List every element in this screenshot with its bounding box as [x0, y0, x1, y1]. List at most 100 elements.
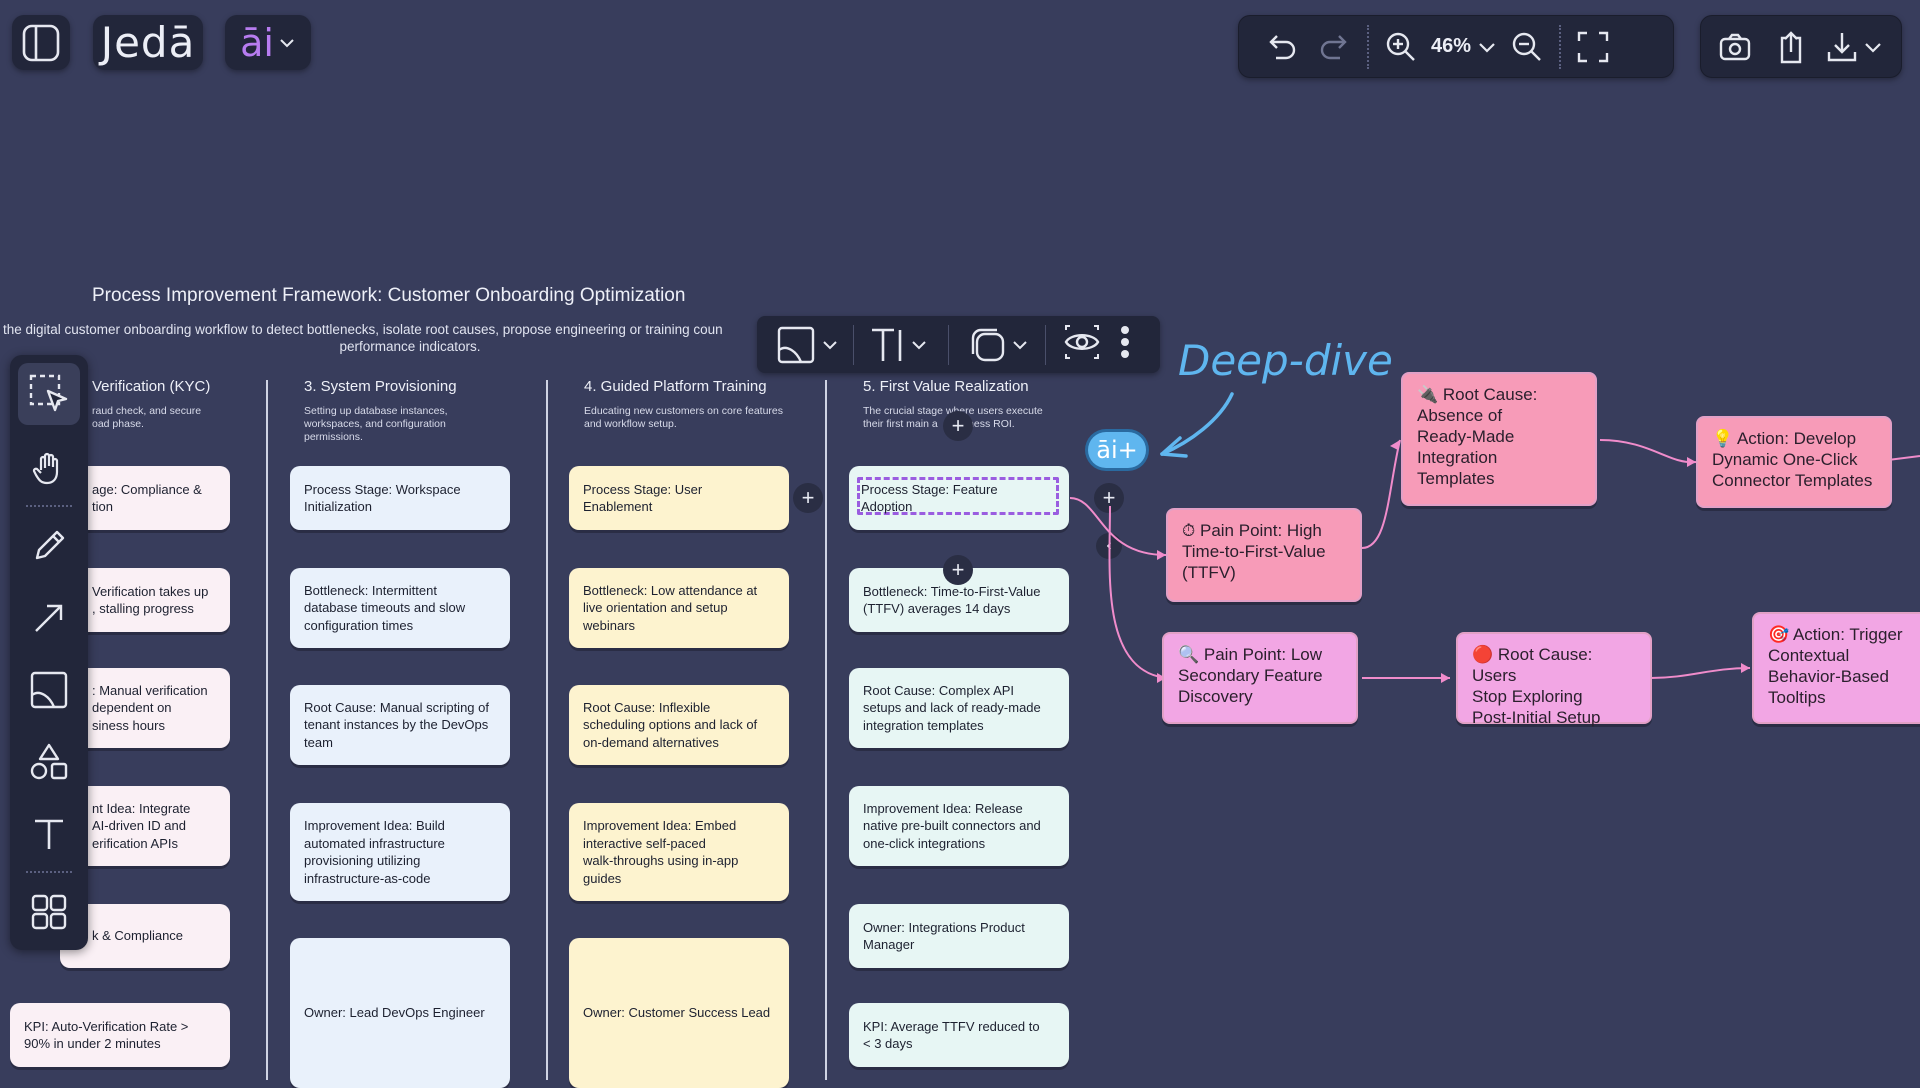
preview-button[interactable]: [1062, 322, 1102, 367]
plus-icon: +: [951, 413, 965, 438]
fill-dropdown[interactable]: [777, 326, 839, 364]
root-cause-node[interactable]: 🔌 Root Cause: Absence of Ready-Made Inte…: [1401, 372, 1597, 506]
context-toolbar: [757, 316, 1160, 373]
templates-icon: [31, 894, 67, 930]
zoom-in-button[interactable]: [1379, 25, 1423, 69]
chevron-down-icon: [823, 340, 837, 349]
shapes-icon: [30, 743, 68, 780]
image-icon: [30, 671, 68, 709]
zoom-out-icon: [1512, 32, 1541, 61]
eye-icon: [1064, 325, 1100, 359]
hand-tool[interactable]: [18, 437, 80, 499]
screenshot-button[interactable]: [1713, 25, 1757, 69]
root-cause-node[interactable]: 🔴 Root Cause: Users Stop Exploring Post-…: [1456, 632, 1652, 727]
undo-button[interactable]: [1259, 25, 1303, 69]
process-card-selected[interactable]: Process Stage: Feature Adoption: [849, 466, 1069, 530]
process-card[interactable]: Improvement Idea: Release native pre-bui…: [849, 786, 1069, 866]
process-card[interactable]: Process Stage: User Enablement: [569, 466, 789, 530]
text-icon: [872, 328, 902, 361]
column-divider: [825, 380, 827, 1080]
action-node[interactable]: 💡 Action: Develop Dynamic One-Click Conn…: [1696, 416, 1892, 508]
plus-icon: +: [801, 485, 815, 510]
deep-dive-label[interactable]: Deep-dive: [1178, 336, 1393, 385]
ai-menu-button[interactable]: āi: [225, 15, 311, 70]
column-description: Educating new customers on core features…: [584, 405, 784, 430]
pain-point-node[interactable]: ⏱ Pain Point: High Time-to-First-Value (…: [1166, 508, 1362, 602]
shape-dropdown[interactable]: [969, 326, 1029, 364]
chevron-down-icon: [1865, 42, 1881, 53]
column-title[interactable]: 5. First Value Realization: [863, 378, 1029, 395]
redo-icon: [1320, 34, 1347, 59]
board-subtitle[interactable]: the digital customer onboarding workflow…: [0, 321, 770, 355]
process-card[interactable]: Improvement Idea: Embed interactive self…: [569, 803, 789, 901]
image-icon: [777, 326, 815, 363]
process-card[interactable]: Root Cause: Complex API setups and lack …: [849, 668, 1069, 748]
text-tool[interactable]: [18, 803, 80, 865]
redo-button[interactable]: [1313, 25, 1357, 69]
zoom-level-dropdown[interactable]: 46%: [1431, 35, 1497, 58]
undo-icon: [1269, 34, 1296, 59]
left-toolbar: [10, 355, 88, 950]
process-card[interactable]: Root Cause: Manual scripting of tenant i…: [290, 685, 510, 765]
text-style-dropdown[interactable]: [868, 325, 928, 365]
process-card[interactable]: KPI: Average TTFV reduced to < 3 days: [849, 1003, 1069, 1067]
process-card-text: Process Stage: Feature Adoption: [861, 481, 998, 515]
more-icon: [1121, 326, 1129, 358]
chevron-down-icon: [1013, 340, 1027, 349]
process-card[interactable]: Root Cause: Inflexible scheduling option…: [569, 685, 789, 765]
zoom-in-icon: [1386, 32, 1415, 61]
column-title[interactable]: Verification (KYC): [92, 378, 210, 395]
fullscreen-icon: [1577, 31, 1609, 62]
text-icon: [35, 819, 63, 849]
pencil-icon: [35, 530, 65, 560]
image-tool[interactable]: [18, 659, 80, 721]
hand-icon: [32, 452, 59, 485]
sidebar-toggle-button[interactable]: [12, 15, 70, 70]
process-card[interactable]: Improvement Idea: Build automated infras…: [290, 803, 510, 901]
board-subtitle-line: the digital customer onboarding workflow…: [3, 322, 723, 337]
process-card[interactable]: Owner: Customer Success Lead: [569, 938, 789, 1088]
column-title[interactable]: 4. Guided Platform Training: [584, 378, 767, 395]
pencil-tool[interactable]: [18, 515, 80, 577]
fullscreen-button[interactable]: [1571, 25, 1615, 69]
chevron-down-icon: [1479, 42, 1495, 53]
logo[interactable]: Jedā: [93, 15, 203, 70]
share-icon: [1780, 30, 1802, 63]
toolbar-divider: [1367, 24, 1369, 69]
process-card[interactable]: Process Stage: Workspace Initialization: [290, 466, 510, 530]
add-card-button[interactable]: +: [943, 555, 973, 585]
pain-point-node[interactable]: 🔍 Pain Point: Low Secondary Feature Disc…: [1162, 632, 1358, 724]
board-title[interactable]: Process Improvement Framework: Customer …: [92, 285, 685, 307]
column-divider: [546, 380, 548, 1080]
column-title[interactable]: 3. System Provisioning: [304, 378, 457, 395]
chevron-down-icon: [912, 340, 926, 349]
chevron-down-icon: [280, 38, 294, 47]
process-card[interactable]: Bottleneck: Intermittent database timeou…: [290, 568, 510, 648]
export-toolbar: [1700, 15, 1902, 78]
column-description: Setting up database instances, workspace…: [304, 405, 448, 443]
more-options-button[interactable]: [1120, 322, 1130, 367]
toolbar-divider: [1559, 24, 1562, 69]
process-card[interactable]: Owner: Integrations Product Manager: [849, 904, 1069, 968]
toolbar-separator: [26, 505, 72, 507]
shapes-tool[interactable]: [18, 731, 80, 793]
download-button[interactable]: [1825, 30, 1883, 64]
zoom-out-button[interactable]: [1505, 25, 1549, 69]
process-card[interactable]: KPI: Auto-Verification Rate > 90% in und…: [10, 1003, 230, 1067]
action-node[interactable]: 🎯 Action: Trigger Contextual Behavior-Ba…: [1752, 612, 1920, 724]
process-card[interactable]: Bottleneck: Low attendance at live orien…: [569, 568, 789, 648]
ai-menu-label: āi: [240, 20, 274, 65]
process-card[interactable]: Owner: Lead DevOps Engineer: [290, 938, 510, 1088]
add-card-button[interactable]: +: [793, 483, 823, 513]
arrow-icon: [35, 604, 63, 632]
share-button[interactable]: [1769, 25, 1813, 69]
board-subtitle-line: performance indicators.: [339, 339, 481, 354]
column-divider: [266, 380, 268, 1080]
templates-tool[interactable]: [18, 881, 80, 943]
zoom-level: 46%: [1431, 35, 1472, 57]
select-tool[interactable]: [18, 363, 80, 425]
select-icon: [29, 374, 68, 412]
arrow-tool[interactable]: [18, 587, 80, 649]
sidebar-toggle-icon: [22, 24, 60, 61]
add-card-button[interactable]: +: [943, 411, 973, 441]
